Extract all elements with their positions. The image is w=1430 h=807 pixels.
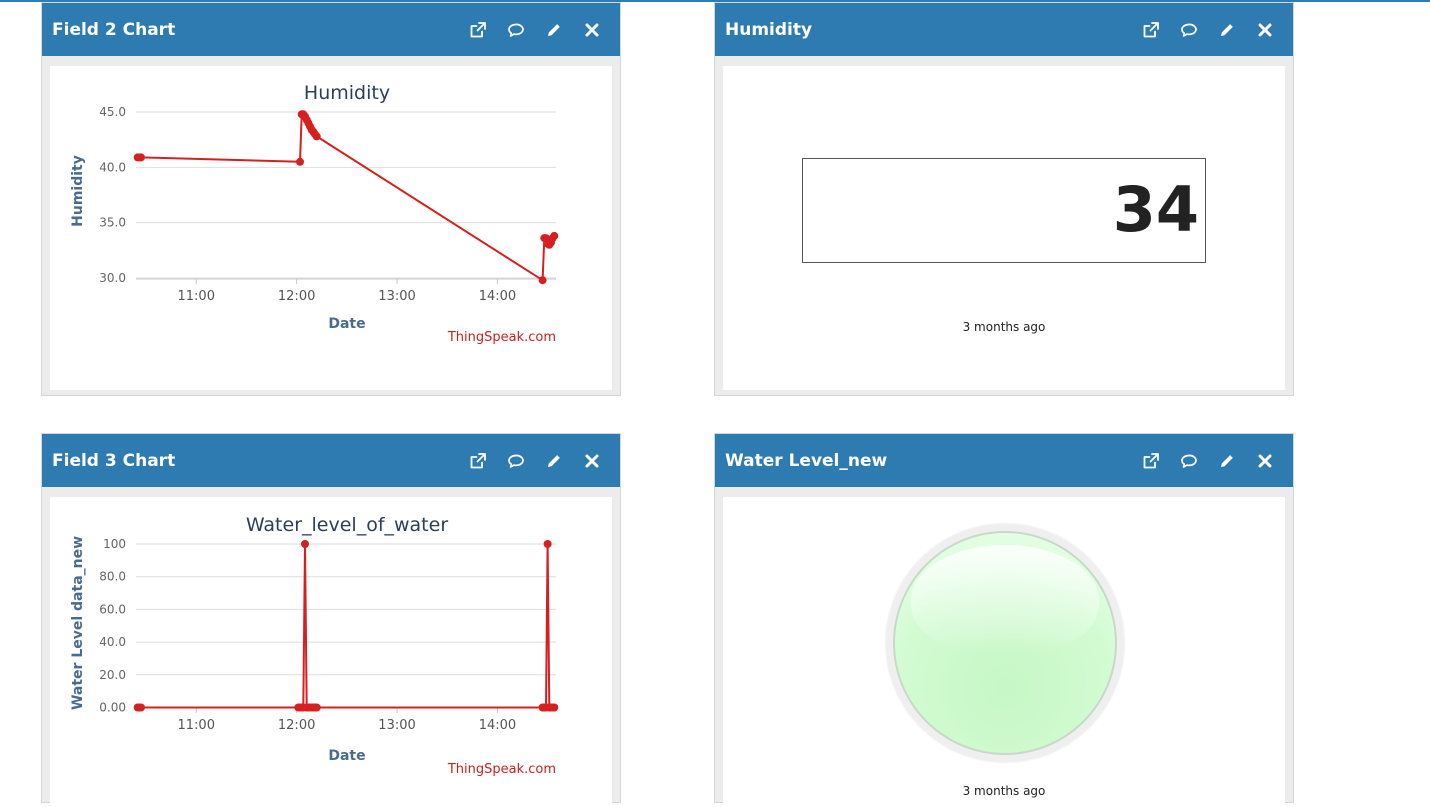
panel-toolbar <box>468 20 602 40</box>
y-tick-label: 40.0 <box>99 635 126 649</box>
x-tick-label: 14:00 <box>479 718 516 733</box>
last-updated: 3 months ago <box>962 320 1046 334</box>
status-lamp <box>886 524 1124 762</box>
external-link-icon[interactable] <box>1141 451 1161 471</box>
data-point[interactable] <box>550 231 559 240</box>
x-axis-title: Date <box>328 316 365 332</box>
external-link-icon[interactable] <box>468 451 488 471</box>
y-tick-label: 20.0 <box>99 668 126 682</box>
lamp-light <box>893 531 1117 755</box>
comment-icon[interactable] <box>1179 451 1199 471</box>
comment-icon[interactable] <box>1179 20 1199 40</box>
humidity-display-panel: Humidity 34 3 months ago <box>714 2 1294 396</box>
thingspeak-credit[interactable]: ThingSpeak.com <box>447 762 556 777</box>
y-axis-title: Humidity <box>70 155 86 227</box>
data-point[interactable] <box>137 703 145 712</box>
close-icon[interactable] <box>1255 20 1275 40</box>
humidity-chart: 45.0 40.0 35.0 30.0 11:00 12:00 13:00 14:00 Hum… <box>70 82 559 345</box>
pencil-icon[interactable] <box>544 20 564 40</box>
panel-title: Field 2 Chart <box>52 19 176 40</box>
close-icon[interactable] <box>582 451 602 471</box>
panel-header: Field 2 Chart <box>42 3 620 56</box>
field3-chart-panel: Field 3 Chart 100 80.0 60.0 40.0 20.0 0.00 11:… <box>41 433 621 807</box>
close-icon[interactable] <box>1255 451 1275 471</box>
panel-header: Field 3 Chart <box>42 434 620 487</box>
panel-body: 45.0 40.0 35.0 30.0 11:00 12:00 13:00 14:00 Hum… <box>50 66 612 390</box>
water-level-lamp-panel: Water Level_new 3 months ago <box>714 433 1294 807</box>
y-tick-label: 80.0 <box>99 570 126 584</box>
x-tick-label: 13:00 <box>378 289 415 304</box>
close-icon[interactable] <box>582 20 602 40</box>
panel-toolbar <box>468 451 602 471</box>
external-link-icon[interactable] <box>1141 20 1161 40</box>
comment-icon[interactable] <box>506 20 526 40</box>
data-point[interactable] <box>301 540 309 548</box>
data-point[interactable] <box>543 540 552 548</box>
y-tick-label: 30.0 <box>99 271 126 285</box>
data-point[interactable] <box>137 153 145 162</box>
x-tick-label: 12:00 <box>278 718 315 733</box>
x-axis-title: Date <box>328 748 365 764</box>
panel-body: 34 3 months ago <box>723 66 1285 390</box>
panel-header: Water Level_new <box>715 434 1293 487</box>
humidity-value: 34 <box>1112 173 1199 246</box>
x-tick-label: 11:00 <box>178 289 215 304</box>
panel-body: 100 80.0 60.0 40.0 20.0 0.00 11:00 12:00 13:00 14… <box>50 497 612 807</box>
chart-title: Humidity <box>304 82 390 104</box>
data-point[interactable] <box>312 132 321 141</box>
external-link-icon[interactable] <box>468 20 488 40</box>
panel-title: Water Level_new <box>725 450 888 471</box>
pencil-icon[interactable] <box>544 451 564 471</box>
panel-body: 3 months ago <box>723 497 1285 807</box>
y-axis-title: Water Level data_new <box>70 536 86 710</box>
x-tick-label: 14:00 <box>479 289 516 304</box>
numeric-display: 34 <box>802 158 1206 263</box>
y-tick-label: 40.0 <box>99 160 126 174</box>
y-tick-label: 60.0 <box>99 602 126 616</box>
y-tick-label: 100 <box>103 537 126 551</box>
x-tick-label: 11:00 <box>178 718 215 733</box>
pencil-icon[interactable] <box>1217 20 1237 40</box>
panel-header: Humidity <box>715 3 1293 56</box>
field2-chart-panel: Field 2 Chart 45.0 40.0 35.0 30.0 11:00 12:00… <box>41 2 621 396</box>
x-tick-label: 13:00 <box>378 718 415 733</box>
panel-title: Field 3 Chart <box>52 450 176 471</box>
water-level-chart: 100 80.0 60.0 40.0 20.0 0.00 11:00 12:00 13:00 14… <box>70 514 559 777</box>
series-line <box>137 113 556 282</box>
panel-toolbar <box>1141 451 1275 471</box>
comment-icon[interactable] <box>506 451 526 471</box>
panel-toolbar <box>1141 20 1275 40</box>
chart-title: Water_level_of_water <box>246 514 448 536</box>
series-line <box>137 543 555 709</box>
y-tick-label: 0.00 <box>99 700 126 714</box>
lamp-highlight <box>911 545 1099 655</box>
data-point[interactable] <box>296 157 304 166</box>
thingspeak-credit[interactable]: ThingSpeak.com <box>447 330 556 345</box>
panel-title: Humidity <box>725 19 813 40</box>
data-point[interactable] <box>312 703 321 712</box>
data-point[interactable] <box>538 276 547 285</box>
x-tick-label: 12:00 <box>278 289 315 304</box>
y-tick-label: 45.0 <box>99 105 126 119</box>
y-tick-label: 35.0 <box>99 216 126 230</box>
last-updated: 3 months ago <box>962 784 1046 798</box>
pencil-icon[interactable] <box>1217 451 1237 471</box>
data-point[interactable] <box>550 703 559 712</box>
